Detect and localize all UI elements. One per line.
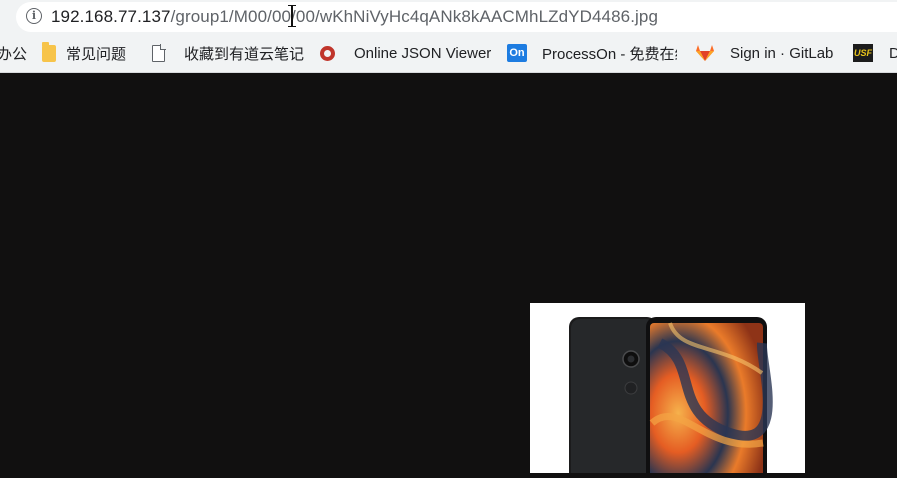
- bookmark-label: 常见问题: [66, 45, 127, 63]
- bookmark-youdao[interactable]: 收藏到有道云笔记: [152, 34, 304, 72]
- usf-icon: USF: [853, 44, 873, 62]
- bookmark-label: 办公: [0, 45, 28, 63]
- bookmarks-bar: 办公 常见问题 收藏到有道云笔记 Online JSON Viewer On P…: [0, 34, 897, 73]
- bookmark-processon[interactable]: On ProcessOn - 免费在线作图: [507, 34, 677, 72]
- url-path: /group1/M00/00/00/wKhNiVyHc4qANk8kAACMhL…: [170, 7, 659, 26]
- bookmark-faq[interactable]: 常见问题: [42, 34, 126, 72]
- bookmark-label: Sign in · GitLab: [730, 44, 834, 62]
- viewed-image[interactable]: [530, 303, 805, 478]
- bookmark-label: D: [889, 44, 897, 62]
- bookmark-label: 收藏到有道云笔记: [184, 45, 305, 63]
- bookmark-label: ProcessOn - 免费在线作图: [542, 45, 677, 63]
- gitlab-icon: [695, 44, 715, 62]
- processon-icon: On: [507, 44, 527, 62]
- json-viewer-icon: [320, 45, 335, 61]
- bookmark-label: Online JSON Viewer: [354, 44, 492, 62]
- page-icon: [152, 44, 166, 62]
- address-bar[interactable]: i 192.168.77.137/group1/M00/00/00/wKhNiV…: [16, 2, 897, 32]
- bookmark-gitlab[interactable]: Sign in · GitLab: [695, 34, 833, 72]
- bookmark-json-viewer[interactable]: Online JSON Viewer: [320, 34, 492, 72]
- site-info-icon[interactable]: i: [26, 8, 42, 24]
- folder-icon: [42, 41, 56, 62]
- forward-arrow-icon[interactable]: ↑: [0, 6, 10, 26]
- url-text[interactable]: 192.168.77.137/group1/M00/00/00/wKhNiVyH…: [51, 6, 658, 28]
- bookmark-office[interactable]: 办公: [0, 34, 27, 72]
- smartphone-image: [569, 317, 773, 478]
- url-host: 192.168.77.137: [51, 7, 171, 26]
- ibeam-cursor-icon: [288, 4, 296, 28]
- browser-toolbar: ↑ i 192.168.77.137/group1/M00/00/00/wKhN…: [0, 0, 897, 34]
- bookmark-usf[interactable]: USF D: [853, 34, 897, 72]
